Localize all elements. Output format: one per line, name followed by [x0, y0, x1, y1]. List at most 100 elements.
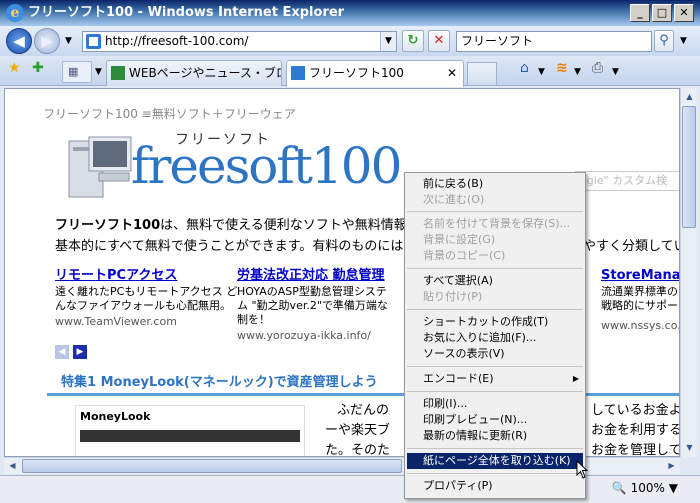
tab-list-dropdown[interactable]: ▼: [95, 67, 102, 77]
refresh-button[interactable]: ↻: [402, 30, 424, 52]
feeds-dropdown[interactable]: ▼: [574, 67, 581, 77]
menu-separator: [407, 309, 583, 310]
body-line: た。そのた: [325, 443, 391, 457]
ad-pager: ◀ ▶: [55, 343, 91, 359]
site-logo[interactable]: freesoft100: [131, 137, 402, 195]
close-button[interactable]: ✕: [674, 4, 694, 22]
scroll-right-icon[interactable]: ▶: [664, 458, 679, 474]
status-bar: 🔍 100% ▼: [0, 475, 700, 503]
browser-window: e フリーソフト100 - Windows Internet Explorer …: [0, 0, 700, 503]
ad-url[interactable]: www.nssys.co.jp: [601, 319, 679, 333]
horizontal-scroll-thumb[interactable]: [22, 459, 402, 473]
print-dropdown[interactable]: ▼: [612, 67, 619, 77]
ad-storemana[interactable]: StoreMana 流通業界標準の 戦略的にサポー www.nssys.co.j…: [601, 267, 679, 333]
new-tab-button[interactable]: [467, 62, 497, 86]
ad-remote-pc[interactable]: リモートPCアクセス 遠く離れたPCもリモートアクセス ど んなファイアウォール…: [55, 267, 239, 329]
menu-item-paste[interactable]: 貼り付け(P): [407, 289, 583, 305]
menu-item-encoding-label: エンコード(E): [423, 372, 494, 385]
menu-separator: [407, 473, 583, 474]
mouse-cursor-icon: [576, 460, 589, 479]
menu-item-back[interactable]: 前に戻る(B): [407, 176, 583, 192]
search-options-dropdown[interactable]: ▼: [680, 36, 687, 46]
body-line: しているお金よ: [591, 403, 680, 418]
back-button[interactable]: ◀: [6, 28, 32, 54]
home-dropdown[interactable]: ▼: [538, 67, 545, 77]
navigation-bar: ◀ ▶ ▼ http://freesoft-100.com/ ▼ ↻ ✕ フリー…: [0, 26, 700, 56]
ad-desc: ム "勤之助ver.2"で準備万端な: [237, 299, 388, 312]
menu-item-encoding[interactable]: エンコード(E) ▶: [407, 371, 583, 387]
search-input[interactable]: フリーソフト: [456, 31, 652, 52]
menu-item-print-preview[interactable]: 印刷プレビュー(N)...: [407, 412, 583, 428]
ad-title[interactable]: StoreMana: [601, 267, 679, 285]
stop-button[interactable]: ✕: [428, 30, 450, 52]
tab-web-pages[interactable]: WEBページやニュース・ブログ...: [106, 60, 282, 86]
ad-desc: 流通業界標準の: [601, 285, 678, 298]
site-header: フリーソフト100 ≡無料ソフト＋フリーウェア: [43, 107, 296, 121]
menu-item-select-all[interactable]: すべて選択(A): [407, 273, 583, 289]
ad-url[interactable]: www.yorozuya-ikka.info/: [237, 329, 411, 343]
intro-line-1: は、無料で使える便利なソフトや無料情報を: [160, 218, 420, 233]
feature-body-right: しているお金よ お金を利用する お金を管理して: [591, 401, 680, 456]
tab-freesoft100[interactable]: フリーソフト100 ✕: [286, 60, 464, 87]
body-line: お金を利用する: [591, 423, 680, 438]
quick-tabs-button[interactable]: ▦: [62, 61, 92, 83]
zoom-control[interactable]: 🔍 100% ▼: [612, 481, 678, 495]
window-title: フリーソフト100 - Windows Internet Explorer: [28, 5, 345, 20]
ad-url[interactable]: www.TeamViewer.com: [55, 315, 239, 329]
page-icon: [86, 34, 101, 49]
scroll-left-icon[interactable]: ◀: [5, 458, 20, 474]
ad-desc: HOYAのASP型勤怠管理システ: [237, 285, 387, 298]
home-icon[interactable]: ⌂: [520, 60, 529, 76]
minimize-button[interactable]: _: [630, 4, 650, 22]
tab-label: WEBページやニュース・ブログ...: [129, 66, 281, 80]
menu-item-properties[interactable]: プロパティ(P): [407, 478, 583, 494]
menu-item-set-background[interactable]: 背景に設定(G): [407, 232, 583, 248]
next-ad-icon[interactable]: ▶: [73, 345, 87, 359]
vertical-scrollbar[interactable]: ▲ ▼: [680, 88, 697, 457]
computer-logo-icon: [68, 136, 132, 198]
ad-title[interactable]: リモートPCアクセス: [55, 267, 239, 285]
address-bar[interactable]: http://freesoft-100.com/: [82, 31, 397, 52]
address-dropdown[interactable]: ▼: [380, 32, 396, 51]
menu-item-copy-background[interactable]: 背景のコピー(C): [407, 248, 583, 264]
context-menu: 前に戻る(B) 次に進む(O) 名前を付けて背景を保存(S)... 背景に設定(…: [404, 172, 586, 499]
custom-search-input[interactable]: ogle" カスタム検: [575, 171, 679, 191]
ad-desc: 遠く離れたPCもリモートアクセス ど: [55, 285, 238, 298]
recent-pages-dropdown[interactable]: ▼: [65, 36, 72, 46]
print-icon[interactable]: ⎙: [592, 60, 603, 76]
scroll-down-icon[interactable]: ▼: [682, 440, 697, 456]
tab-favicon: [111, 66, 125, 80]
menu-item-view-source[interactable]: ソースの表示(V): [407, 346, 583, 362]
zoom-level: 100%: [630, 481, 665, 495]
menu-item-create-shortcut[interactable]: ショートカットの作成(T): [407, 314, 583, 330]
maximize-button[interactable]: □: [652, 4, 672, 22]
ad-attendance[interactable]: 労基法改正対応 勤怠管理 HOYAのASP型勤怠管理システ ム "勤之助ver.…: [237, 267, 411, 343]
menu-separator: [407, 366, 583, 367]
add-favorite-icon[interactable]: ✚: [32, 60, 44, 76]
prev-ad-icon[interactable]: ◀: [55, 345, 69, 359]
menu-item-capture-page[interactable]: 紙にページ全体を取り込む(K): [407, 453, 583, 469]
favorites-star-icon[interactable]: ★: [8, 60, 21, 76]
tab-close-icon[interactable]: ✕: [447, 61, 457, 85]
moneylook-brand: MoneyLook: [80, 410, 151, 423]
menu-item-save-background[interactable]: 名前を付けて背景を保存(S)...: [407, 216, 583, 232]
title-bar: e フリーソフト100 - Windows Internet Explorer …: [0, 0, 700, 26]
body-line: ふだんの: [337, 403, 390, 418]
vertical-scroll-thumb[interactable]: [682, 106, 696, 228]
menu-item-print[interactable]: 印刷(I)...: [407, 396, 583, 412]
moneylook-image[interactable]: MoneyLook: [75, 405, 305, 456]
quick-tabs-icon: ▦: [68, 65, 79, 78]
forward-button[interactable]: ▶: [34, 28, 60, 54]
tab-label: フリーソフト100: [309, 66, 404, 80]
menu-separator: [407, 211, 583, 212]
menu-item-refresh[interactable]: 最新の情報に更新(R): [407, 428, 583, 444]
menu-item-forward[interactable]: 次に進む(O): [407, 192, 583, 208]
search-icon[interactable]: ⚲: [654, 30, 674, 52]
feeds-icon[interactable]: ≋: [556, 60, 568, 76]
feature-body: ふだんの ーや楽天ブ た。そのた: [325, 401, 390, 456]
scroll-up-icon[interactable]: ▲: [682, 89, 697, 105]
ie-icon: e: [6, 4, 24, 22]
intro-right: やすく分類してい: [583, 239, 680, 254]
menu-item-add-favorites[interactable]: お気に入りに追加(F)...: [407, 330, 583, 346]
ad-title[interactable]: 労基法改正対応 勤怠管理: [237, 267, 411, 285]
